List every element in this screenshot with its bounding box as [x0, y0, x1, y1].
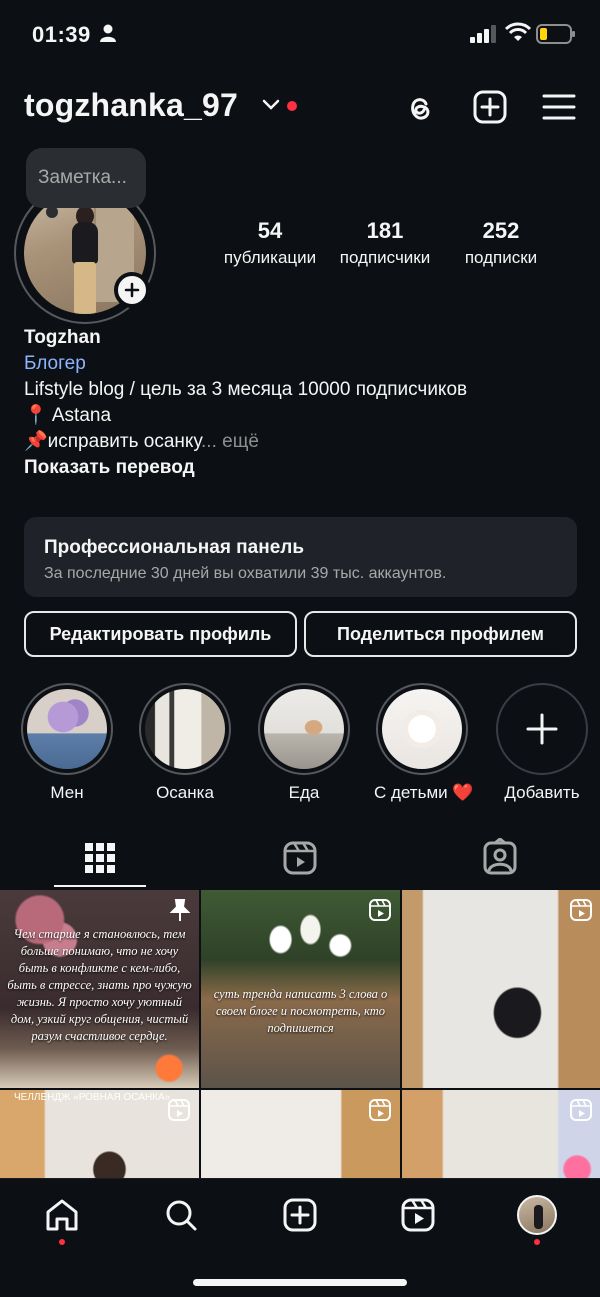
highlight-label: С детьми ❤️ [374, 783, 474, 802]
professional-dashboard-card[interactable]: Профессиональная панель За последние 30 … [24, 517, 577, 597]
pin-icon [169, 899, 191, 921]
highlight-cover [382, 689, 462, 769]
battery-low-icon [536, 24, 575, 44]
plus-icon [124, 282, 140, 298]
highlight-item[interactable]: С детьми ❤️ [374, 683, 474, 803]
tagged-icon[interactable] [480, 838, 520, 878]
menu-icon[interactable] [541, 89, 577, 125]
highlight-item[interactable]: Еда [256, 683, 352, 803]
post-thumbnail[interactable]: суть тренда написать 3 слова о своем бло… [201, 890, 400, 1088]
active-tab-indicator [54, 885, 146, 887]
add-story-button[interactable] [114, 272, 150, 308]
home-notification-dot [59, 1239, 65, 1245]
stat-followers-value: 181 [366, 218, 404, 243]
search-icon[interactable] [163, 1197, 199, 1233]
reels-icon[interactable] [280, 838, 320, 878]
stat-posts-value: 54 [257, 218, 283, 243]
post-overlay-text: Чем старше я становлюсь, тем больше пони… [7, 927, 192, 1043]
grid-icon[interactable] [80, 838, 120, 878]
post-overlay-text: суть тренда написать 3 слова о своем бло… [213, 987, 388, 1035]
highlight-ring [376, 683, 468, 775]
chevron-down-icon[interactable] [262, 99, 280, 111]
posts-grid: Чем старше я становлюсь, тем больше пони… [0, 890, 600, 1288]
create-icon[interactable] [282, 1197, 318, 1233]
highlight-ring [258, 683, 350, 775]
threads-icon[interactable] [402, 89, 438, 125]
note-bubble-tail [46, 206, 58, 218]
highlight-cover [27, 689, 107, 769]
stat-following-label: подписки [464, 248, 538, 267]
post-thumbnail[interactable]: Чем старше я становлюсь, тем больше пони… [0, 890, 199, 1088]
person-icon [100, 24, 116, 42]
profile-bio: Togzhan Блогер Lifstyle blog / цель за 3… [24, 325, 467, 481]
bio-line: 📌исправить осанку... ещё [24, 429, 467, 455]
post-thumbnail[interactable] [402, 890, 600, 1088]
note-bubble[interactable]: Заметка... [26, 148, 146, 208]
reel-badge-icon [369, 1099, 391, 1121]
status-time: 01:39 [32, 22, 91, 47]
bio-line: Lifstyle blog / цель за 3 месяца 10000 п… [24, 379, 468, 400]
profile-header: togzhanka_97 [0, 85, 600, 131]
translate-link[interactable]: Показать перевод [24, 455, 467, 481]
status-bar: 01:39 [0, 0, 600, 70]
stat-followers-label: подписчики [339, 248, 431, 267]
stat-following-value: 252 [482, 218, 520, 243]
stat-followers[interactable]: 181 подписчики [330, 218, 440, 268]
highlight-label: Мен [50, 783, 84, 802]
notification-dot [287, 101, 297, 111]
bio-line: 📍 Astana [24, 405, 112, 426]
dashboard-subtitle: За последние 30 дней вы охватили 39 тыс.… [44, 565, 447, 582]
username-switcher[interactable]: togzhanka_97 [24, 87, 238, 124]
add-highlight-button[interactable] [496, 683, 588, 775]
bio-more-link[interactable]: ... ещё [201, 431, 259, 452]
avatar-figure [534, 1205, 543, 1229]
stat-posts-label: публикации [223, 248, 317, 267]
highlight-label: Еда [288, 783, 320, 802]
wifi-icon [505, 22, 531, 41]
profile-nav-avatar[interactable] [517, 1195, 557, 1235]
highlight-add[interactable]: Добавить [494, 683, 590, 803]
highlight-label: Осанка [156, 783, 214, 802]
highlight-ring [139, 683, 231, 775]
new-post-icon[interactable] [472, 89, 508, 125]
highlight-item[interactable]: Осанка [137, 683, 233, 803]
reel-badge-icon [369, 899, 391, 921]
cellular-signal-icon [470, 25, 496, 43]
reel-badge-icon [570, 1099, 592, 1121]
reel-badge-icon [570, 899, 592, 921]
category-label[interactable]: Блогер [24, 351, 467, 377]
post-caption: ЧЕЛЛЕНДЖ «РОВНАЯ ОСАНКА» [14, 1092, 171, 1103]
profile-notification-dot [534, 1239, 540, 1245]
highlight-ring [21, 683, 113, 775]
avatar-figure-body [72, 222, 98, 264]
stat-following[interactable]: 252 подписки [452, 218, 550, 268]
home-icon[interactable] [44, 1197, 80, 1233]
plus-icon [526, 713, 558, 745]
reel-badge-icon [168, 1099, 190, 1121]
highlight-item[interactable]: Мен [19, 683, 115, 803]
stat-posts[interactable]: 54 публикации [216, 218, 324, 268]
reels-nav-icon[interactable] [400, 1197, 436, 1233]
display-name: Togzhan [24, 327, 101, 348]
bio-line-text: 📌исправить осанку [24, 431, 202, 452]
edit-profile-button[interactable]: Редактировать профиль [24, 611, 297, 657]
share-profile-button[interactable]: Поделиться профилем [304, 611, 577, 657]
highlight-cover [145, 689, 225, 769]
highlight-label: Добавить [504, 783, 580, 802]
highlight-cover [264, 689, 344, 769]
avatar-figure-legs [74, 262, 96, 314]
home-indicator[interactable] [193, 1279, 407, 1286]
dashboard-title: Профессиональная панель [44, 537, 305, 558]
